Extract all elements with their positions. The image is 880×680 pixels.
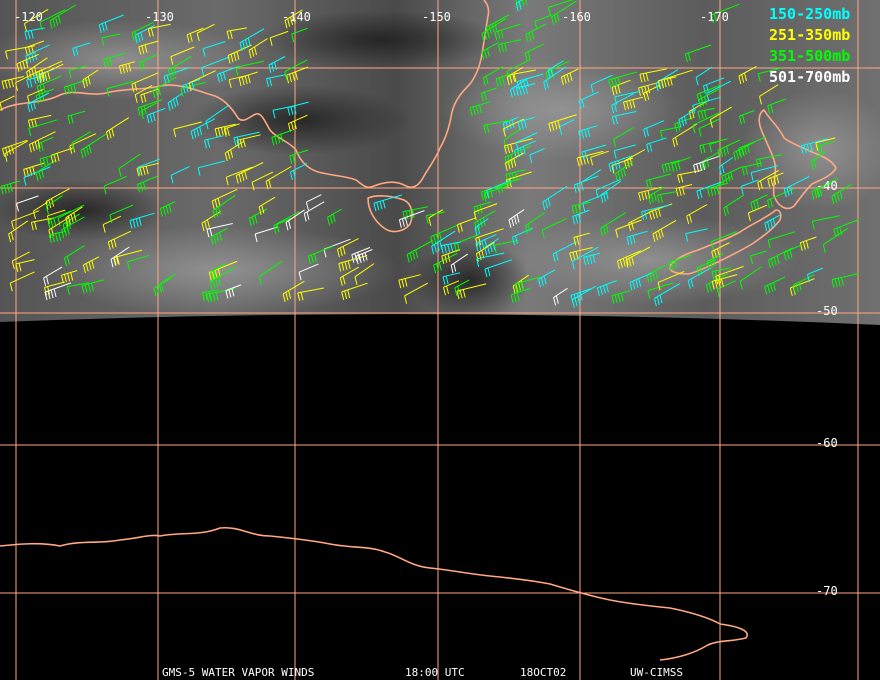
- legend-item: 501-700mb: [769, 68, 850, 86]
- lat-label: -40: [816, 179, 838, 193]
- footer-time: 18:00 UTC: [405, 666, 465, 679]
- lon-label: -170: [700, 10, 729, 24]
- legend-item: 251-350mb: [769, 26, 850, 44]
- lat-label: -70: [816, 584, 838, 598]
- lon-label: -150: [422, 10, 451, 24]
- lat-label: -60: [816, 436, 838, 450]
- legend-item: 150-250mb: [769, 5, 850, 23]
- antarctica-coast: [0, 526, 749, 661]
- footer-date: 18OCT02: [520, 666, 566, 679]
- lon-label: -120: [14, 10, 43, 24]
- footer-satellite: GMS-5 WATER VAPOR WINDS: [162, 666, 314, 679]
- footer-source: UW-CIMSS: [630, 666, 683, 679]
- lon-label: -140: [282, 10, 311, 24]
- lat-label: -50: [816, 304, 838, 318]
- legend-item: 351-500mb: [769, 47, 850, 65]
- lon-label: -130: [145, 10, 174, 24]
- footer-caption: GMS-5 WATER VAPOR WINDS 18:00 UTC 18OCT0…: [162, 666, 683, 679]
- lon-label: -160: [562, 10, 591, 24]
- satellite-map: -120 -130 -140 -150 -160 -170 -40 -50 -6…: [0, 0, 880, 680]
